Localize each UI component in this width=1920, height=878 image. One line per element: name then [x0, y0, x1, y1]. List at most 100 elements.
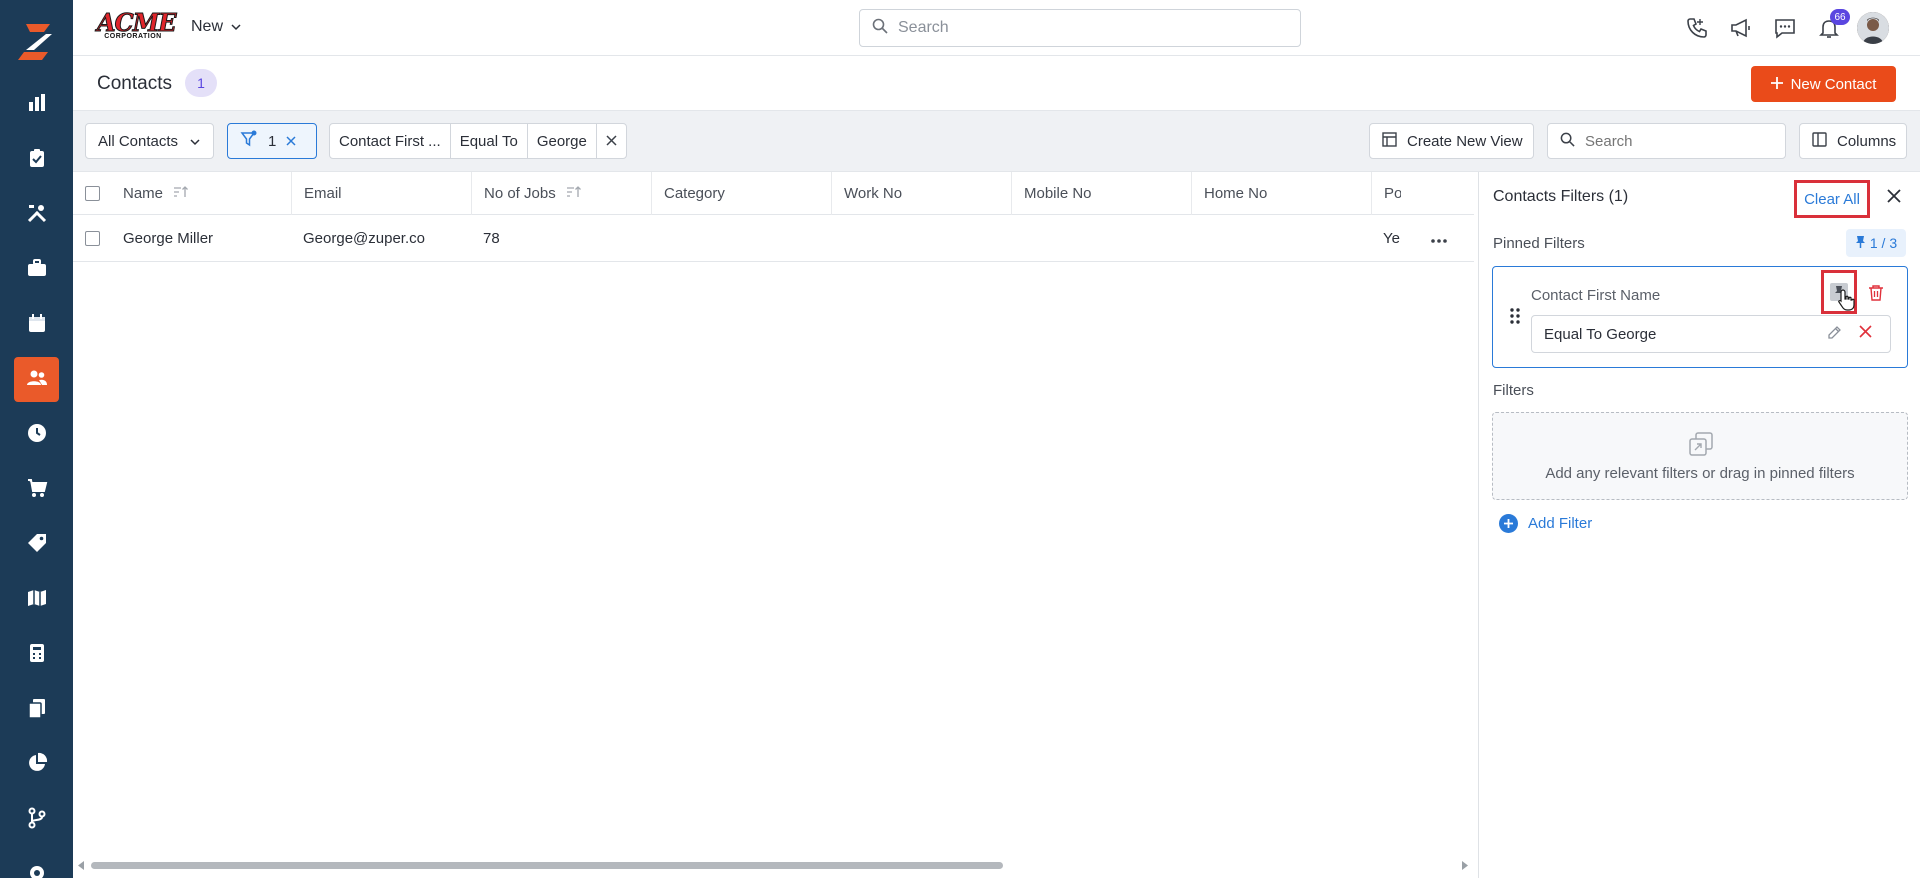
- column-header-work-no[interactable]: Work No: [831, 172, 1011, 215]
- clear-filters-icon[interactable]: [286, 133, 296, 150]
- sort-icon[interactable]: [566, 185, 582, 202]
- cell-mobile-no: [1011, 215, 1191, 262]
- pinned-filters-label: Pinned Filters: [1493, 235, 1585, 252]
- chip-remove-button[interactable]: [597, 124, 626, 158]
- briefcase-icon: [26, 257, 48, 283]
- sidebar: [0, 0, 73, 878]
- global-search-input[interactable]: [898, 19, 1278, 37]
- column-header-truncated[interactable]: Po: [1371, 172, 1401, 215]
- nav-projects[interactable]: [14, 247, 59, 292]
- columns-label: Columns: [1837, 132, 1897, 150]
- nav-settings[interactable]: [14, 852, 59, 878]
- pinned-filter-value[interactable]: Equal To George: [1531, 315, 1891, 353]
- nav-contacts[interactable]: [14, 357, 59, 402]
- column-header-label: Po: [1384, 185, 1401, 202]
- column-header-category[interactable]: Category: [651, 172, 831, 215]
- cell-truncated: Ye: [1383, 230, 1400, 247]
- contacts-count-badge: 1: [185, 69, 217, 97]
- tools-icon: [26, 202, 48, 228]
- nav-analytics[interactable]: [14, 742, 59, 787]
- filters-label: Filters: [1493, 382, 1534, 399]
- plus-icon: [1770, 76, 1783, 93]
- filter-bar: All Contacts 1 Contact First ... Equal T…: [73, 111, 1920, 172]
- table-search-input[interactable]: [1585, 132, 1765, 150]
- clock-icon: [26, 422, 48, 448]
- brand-subtitle: CORPORATION: [104, 33, 162, 40]
- nav-workflows[interactable]: [14, 797, 59, 842]
- scrollbar-thumb[interactable]: [91, 862, 1003, 869]
- create-new-view-button[interactable]: Create New View: [1369, 123, 1534, 159]
- cell-jobs: 78: [483, 230, 500, 247]
- avatar[interactable]: [1857, 12, 1889, 44]
- remove-filter-value-button[interactable]: [1859, 325, 1877, 343]
- column-header-mobile-no[interactable]: Mobile No: [1011, 172, 1191, 215]
- column-header-name[interactable]: Name: [111, 172, 291, 215]
- table-row[interactable]: George Miller George@zuper.co 78 Ye: [73, 215, 1474, 262]
- clipboard-check-icon: [26, 147, 48, 173]
- close-icon: [1859, 325, 1872, 342]
- nav-reports[interactable]: [14, 82, 59, 127]
- global-search[interactable]: [859, 9, 1301, 47]
- new-contact-button[interactable]: New Contact: [1751, 66, 1896, 102]
- column-header-label: Work No: [844, 185, 903, 202]
- hand-cursor-icon: [1838, 289, 1856, 315]
- chevron-down-icon: [231, 18, 241, 36]
- nav-jobs[interactable]: [14, 137, 59, 182]
- brand-logo[interactable]: ACME CORPORATION: [97, 10, 178, 43]
- columns-button[interactable]: Columns: [1799, 123, 1907, 159]
- add-filter-label: Add Filter: [1528, 515, 1593, 532]
- nav-orders[interactable]: [14, 467, 59, 512]
- filter-drop-zone[interactable]: Add any relevant filters or drag in pinn…: [1492, 412, 1908, 500]
- add-filter-button[interactable]: Add Filter: [1499, 514, 1592, 533]
- clear-all-button[interactable]: Clear All: [1794, 180, 1870, 218]
- cell-home-no: [1191, 215, 1371, 262]
- cell-email: George@zuper.co: [303, 230, 425, 247]
- filter-toggle-button[interactable]: 1: [227, 123, 317, 159]
- row-actions-button[interactable]: [1419, 215, 1459, 262]
- pinned-count-badge: 1 / 3: [1846, 229, 1906, 257]
- column-header-home-no[interactable]: Home No: [1191, 172, 1371, 215]
- page-header: Contacts 1 New Contact: [73, 56, 1920, 111]
- row-checkbox[interactable]: [85, 231, 100, 246]
- cell-work-no: [831, 215, 1011, 262]
- column-header-jobs[interactable]: No of Jobs: [471, 172, 651, 215]
- column-header-email[interactable]: Email: [291, 172, 471, 215]
- nav-timesheets[interactable]: [14, 412, 59, 457]
- nav-documents[interactable]: [14, 687, 59, 732]
- megaphone-icon[interactable]: [1728, 15, 1754, 41]
- nav-map[interactable]: [14, 577, 59, 622]
- phone-icon[interactable]: [1684, 15, 1710, 41]
- sort-icon[interactable]: [173, 185, 189, 202]
- edit-filter-button[interactable]: [1827, 325, 1845, 343]
- calculator-icon: [26, 642, 48, 668]
- calendar-icon: [26, 312, 48, 338]
- chat-icon[interactable]: [1772, 15, 1798, 41]
- search-icon: [1560, 132, 1575, 151]
- trash-icon: [1868, 285, 1884, 305]
- chip-operator: Equal To: [451, 124, 528, 158]
- branch-icon: [26, 807, 48, 833]
- horizontal-scrollbar[interactable]: [73, 857, 1474, 873]
- delete-filter-button[interactable]: [1868, 284, 1886, 302]
- notification-badge: 66: [1830, 9, 1850, 25]
- table-search[interactable]: [1547, 123, 1786, 159]
- nav-calendar[interactable]: [14, 302, 59, 347]
- new-menu-button[interactable]: New: [191, 18, 241, 36]
- documents-icon: [26, 697, 48, 723]
- chevron-down-icon: [190, 133, 200, 150]
- bell-icon[interactable]: 66: [1816, 9, 1850, 41]
- drag-handle-icon[interactable]: [1509, 307, 1521, 325]
- view-selector[interactable]: All Contacts: [85, 123, 214, 159]
- cell-name[interactable]: George Miller: [111, 215, 291, 262]
- active-filter-chip[interactable]: Contact First ... Equal To George: [329, 123, 627, 159]
- select-all-checkbox[interactable]: [85, 186, 100, 201]
- top-bar: ACME CORPORATION New 66: [73, 0, 1920, 56]
- nav-estimates[interactable]: [14, 632, 59, 677]
- cell-category: [651, 215, 831, 262]
- pinned-filter-card[interactable]: Contact First Name Equal To George: [1492, 266, 1908, 368]
- app-logo-icon[interactable]: [16, 20, 58, 62]
- nav-pricing[interactable]: [14, 522, 59, 567]
- close-panel-button[interactable]: [1884, 188, 1904, 208]
- nav-tools[interactable]: [14, 192, 59, 237]
- column-header-label: No of Jobs: [484, 185, 556, 202]
